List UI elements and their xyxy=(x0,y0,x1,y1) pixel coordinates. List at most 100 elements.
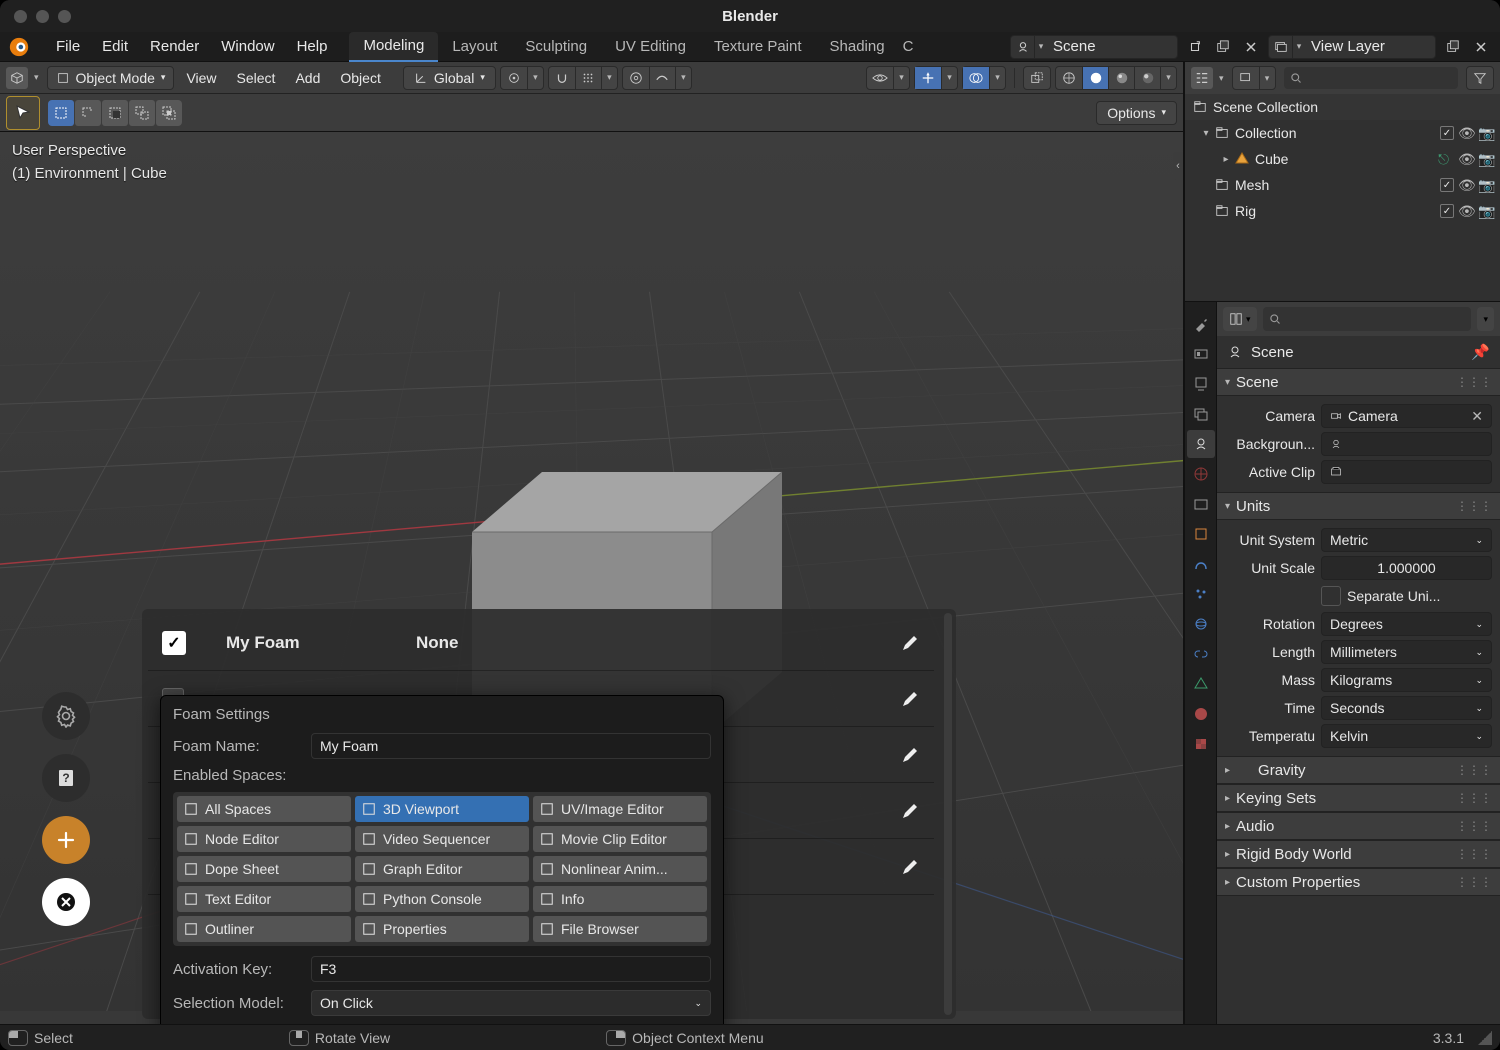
space-button[interactable]: 3D Viewport xyxy=(355,796,529,822)
space-button[interactable]: Nonlinear Anim... xyxy=(533,856,707,882)
foam-scrollbar[interactable] xyxy=(944,613,952,1015)
disclosure-icon[interactable]: ▾ xyxy=(1199,128,1213,139)
prop-options[interactable]: ▾ xyxy=(1477,307,1494,331)
tab-collection[interactable] xyxy=(1187,490,1215,518)
outliner-row[interactable]: ▾ Collection 👁📷 xyxy=(1185,120,1500,146)
pivot-dropdown[interactable]: ▾ xyxy=(500,66,544,90)
sidebar-collapse-toggle[interactable]: ‹ xyxy=(1173,152,1183,180)
collection-checkbox[interactable] xyxy=(1440,126,1454,140)
gizmo-toggle[interactable]: ▾ xyxy=(914,66,958,90)
xray-toggle[interactable] xyxy=(1023,66,1051,90)
viewlayer-picker[interactable]: ▾ xyxy=(1268,35,1436,59)
tab-scene[interactable] xyxy=(1187,430,1215,458)
space-button[interactable]: Node Editor xyxy=(177,826,351,852)
workspace-texpaint[interactable]: Texture Paint xyxy=(700,32,816,62)
tab-viewlayer[interactable] xyxy=(1187,400,1215,428)
shading-modes[interactable]: ▾ xyxy=(1055,66,1177,90)
panel-units-header[interactable]: ▾Units⋮⋮⋮ xyxy=(1217,492,1500,520)
camera-icon[interactable]: 📷 xyxy=(1478,125,1494,142)
panel-scene-header[interactable]: ▾Scene⋮⋮⋮ xyxy=(1217,368,1500,396)
clear-icon[interactable]: ✕ xyxy=(1471,408,1483,425)
tab-physics[interactable] xyxy=(1187,610,1215,638)
disclosure-icon[interactable]: ▸ xyxy=(1219,154,1233,165)
prop-search-input[interactable] xyxy=(1263,307,1472,331)
foam-edit-button[interactable] xyxy=(900,857,920,877)
viewport-menu-object[interactable]: Object xyxy=(332,66,388,90)
outliner-search[interactable] xyxy=(1284,67,1458,89)
chevron-down-icon[interactable]: ▾ xyxy=(1293,36,1305,58)
menu-window[interactable]: Window xyxy=(211,34,284,59)
tab-object[interactable] xyxy=(1187,520,1215,548)
workspace-uv[interactable]: UV Editing xyxy=(601,32,700,62)
space-button[interactable]: Properties xyxy=(355,916,529,942)
length-dropdown[interactable]: Millimeters⌄ xyxy=(1321,640,1492,664)
tab-world[interactable] xyxy=(1187,460,1215,488)
outliner-row[interactable]: ▸ Cube ⎋👁📷 xyxy=(1185,146,1500,172)
unit-system-dropdown[interactable]: Metric⌄ xyxy=(1321,528,1492,552)
window-controls[interactable] xyxy=(0,10,71,23)
outliner-editor-type[interactable] xyxy=(1191,67,1213,89)
activation-input[interactable] xyxy=(311,956,711,982)
workspace-shading[interactable]: Shading xyxy=(816,32,899,62)
options-dropdown[interactable]: Options ▾ xyxy=(1096,101,1177,125)
cursor-tool[interactable] xyxy=(6,96,40,130)
editor-type-dropdown[interactable] xyxy=(6,67,28,89)
separate-units-checkbox[interactable] xyxy=(1321,586,1341,606)
select-mode-invert[interactable] xyxy=(129,100,155,126)
visibility-dropdown[interactable]: ▾ xyxy=(866,66,910,90)
overlays-toggle[interactable]: ▾ xyxy=(962,66,1006,90)
tab-output[interactable] xyxy=(1187,370,1215,398)
time-dropdown[interactable]: Seconds⌄ xyxy=(1321,696,1492,720)
selection-dropdown[interactable]: On Click ⌄ xyxy=(311,990,711,1016)
foam-name-input[interactable] xyxy=(311,733,711,759)
scene-picker[interactable]: ▾ xyxy=(1010,35,1178,59)
foam-edit-button[interactable] xyxy=(900,633,920,653)
camera-icon[interactable]: 📷 xyxy=(1478,203,1494,220)
space-button[interactable]: Dope Sheet xyxy=(177,856,351,882)
temp-dropdown[interactable]: Kelvin⌄ xyxy=(1321,724,1492,748)
minimize-dot[interactable] xyxy=(36,10,49,23)
collection-checkbox[interactable] xyxy=(1440,178,1454,192)
mode-dropdown[interactable]: Object Mode ▾ xyxy=(47,66,175,90)
scene-new-button[interactable] xyxy=(1212,36,1234,58)
outliner-scene-collection[interactable]: Scene Collection xyxy=(1185,94,1500,120)
space-button[interactable]: Movie Clip Editor xyxy=(533,826,707,852)
workspace-modeling[interactable]: Modeling xyxy=(349,32,438,62)
space-button[interactable]: File Browser xyxy=(533,916,707,942)
eye-icon[interactable]: 👁 xyxy=(1458,125,1474,142)
workspace-more[interactable]: C xyxy=(899,32,918,62)
tab-particles[interactable] xyxy=(1187,580,1215,608)
space-button[interactable]: Info xyxy=(533,886,707,912)
viewlayer-name-input[interactable] xyxy=(1305,38,1435,55)
resize-corner[interactable] xyxy=(1478,1031,1492,1045)
add-float-button[interactable] xyxy=(42,816,90,864)
menu-file[interactable]: File xyxy=(46,34,90,59)
space-button[interactable]: UV/Image Editor xyxy=(533,796,707,822)
close-float-button[interactable] xyxy=(42,878,90,926)
workspace-layout[interactable]: Layout xyxy=(438,32,511,62)
foam-edit-button[interactable] xyxy=(900,689,920,709)
prop-editor-type[interactable]: ▾ xyxy=(1223,307,1257,331)
tab-texture[interactable] xyxy=(1187,730,1215,758)
foam-edit-button[interactable] xyxy=(900,745,920,765)
help-float-button[interactable]: ? xyxy=(42,754,90,802)
tab-render[interactable] xyxy=(1187,340,1215,368)
foam-edit-button[interactable] xyxy=(900,801,920,821)
settings-float-button[interactable] xyxy=(42,692,90,740)
tab-material[interactable] xyxy=(1187,700,1215,728)
gravity-checkbox[interactable] xyxy=(1236,762,1252,778)
space-button[interactable]: Outliner xyxy=(177,916,351,942)
scene-add-button[interactable] xyxy=(1184,36,1206,58)
chevron-down-icon[interactable]: ▾ xyxy=(1035,36,1047,58)
select-mode-extend[interactable] xyxy=(75,100,101,126)
viewport-3d[interactable]: User Perspective (1) Environment | Cube … xyxy=(0,132,1183,1024)
select-mode-intersect[interactable] xyxy=(156,100,182,126)
outliner-row[interactable]: Mesh 👁📷 xyxy=(1185,172,1500,198)
space-button[interactable]: Python Console xyxy=(355,886,529,912)
space-button[interactable]: All Spaces xyxy=(177,796,351,822)
foam-row[interactable]: ✓ My Foam None xyxy=(148,615,934,671)
outliner-display-mode[interactable]: ▾ xyxy=(1232,66,1276,90)
camera-icon[interactable]: 📷 xyxy=(1478,151,1494,168)
panel-customprops-header[interactable]: ▸Custom Properties⋮⋮⋮ xyxy=(1217,868,1500,896)
space-button[interactable]: Text Editor xyxy=(177,886,351,912)
